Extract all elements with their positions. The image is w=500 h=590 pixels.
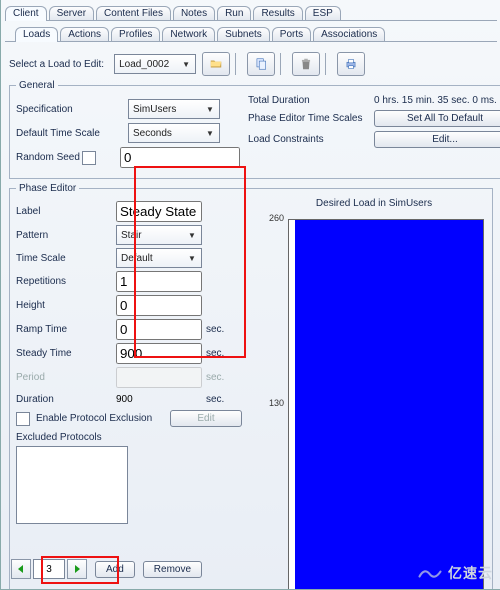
tab-run[interactable]: Run: [217, 6, 251, 20]
seed-label: Random Seed: [16, 152, 82, 163]
subtab-actions[interactable]: Actions: [60, 27, 109, 41]
load-dropdown-value: Load_0002: [119, 59, 169, 70]
print-button[interactable]: [337, 52, 365, 76]
ytick-top: 260: [269, 213, 284, 223]
tab-client[interactable]: Client: [5, 6, 47, 21]
spec-label: Specification: [16, 104, 128, 115]
load-constraints-edit-button[interactable]: Edit...: [374, 131, 500, 148]
watermark: 亿速云: [416, 563, 493, 583]
load-dropdown[interactable]: Load_0002 ▼: [114, 54, 196, 74]
seed-input[interactable]: [120, 147, 240, 168]
timescale-dropdown[interactable]: Default▼: [116, 248, 202, 268]
epe-checkbox[interactable]: [16, 412, 30, 426]
subtab-ports[interactable]: Ports: [272, 27, 311, 41]
height-input[interactable]: [116, 295, 202, 316]
sec-unit: sec.: [206, 348, 234, 359]
totaldur-value: 0 hrs. 15 min. 35 sec. 0 ms.: [374, 95, 500, 106]
period-input: [116, 367, 202, 388]
seed-checkbox[interactable]: [82, 151, 96, 165]
chart-plot: [288, 219, 484, 590]
dur-l: Duration: [16, 394, 112, 405]
tab-results[interactable]: Results: [253, 6, 302, 20]
chevron-down-icon: ▼: [203, 129, 217, 138]
general-legend: General: [16, 80, 58, 91]
dts-label: Default Time Scale: [16, 128, 128, 139]
sec-unit: sec.: [206, 394, 234, 405]
sec-unit: sec.: [206, 324, 234, 335]
desired-load-chart: 260 130 0: [262, 211, 486, 590]
next-phase-button[interactable]: [67, 559, 87, 579]
pattern-l: Pattern: [16, 230, 112, 241]
app-window: ClientServerContent FilesNotesRunResults…: [0, 0, 500, 590]
separator: [235, 53, 236, 75]
label-l: Label: [16, 206, 112, 217]
epe-edit-button[interactable]: Edit: [170, 410, 242, 427]
phase-editor-legend: Phase Editor: [16, 183, 79, 194]
sub-tabs: LoadsActionsProfilesNetworkSubnetsPortsA…: [1, 21, 500, 41]
pets-label: Phase Editor Time Scales: [248, 113, 368, 124]
open-folder-button[interactable]: [202, 52, 230, 76]
chart-area-series: [295, 220, 483, 590]
subtab-network[interactable]: Network: [162, 27, 215, 41]
bottom-bar: Add Remove: [11, 559, 202, 579]
top-tabs: ClientServerContent FilesNotesRunResults…: [1, 0, 500, 20]
phase-form: Label Pattern Stair▼ Time Scale Default▼ R…: [16, 198, 256, 590]
rep-input[interactable]: [116, 271, 202, 292]
ramp-input[interactable]: [116, 319, 202, 340]
ytick-mid: 130: [269, 398, 284, 408]
steady-input[interactable]: [116, 343, 202, 364]
copy-button[interactable]: [247, 52, 275, 76]
add-button[interactable]: Add: [95, 561, 135, 578]
chevron-down-icon: ▼: [203, 105, 217, 114]
subtab-associations[interactable]: Associations: [313, 27, 385, 41]
height-l: Height: [16, 300, 112, 311]
phase-index-input[interactable]: [33, 559, 65, 579]
separator: [280, 53, 281, 75]
ts-l: Time Scale: [16, 253, 112, 264]
prev-phase-button[interactable]: [11, 559, 31, 579]
rep-l: Repetitions: [16, 276, 112, 287]
tab-content-files[interactable]: Content Files: [96, 6, 171, 20]
chart-pane: Desired Load in SimUsers 260 130 0: [262, 198, 486, 590]
phase-stepper: [11, 559, 87, 579]
chevron-down-icon: ▼: [185, 231, 199, 240]
excl-label: Excluded Protocols: [16, 432, 102, 443]
lc-label: Load Constraints: [248, 134, 368, 145]
content-area: Select a Load to Edit: Load_0002 ▼: [1, 42, 500, 590]
tab-notes[interactable]: Notes: [173, 6, 215, 20]
spec-dropdown[interactable]: SimUsers▼: [128, 99, 220, 119]
dts-dropdown[interactable]: Seconds▼: [128, 123, 220, 143]
period-l: Period: [16, 372, 112, 383]
totaldur-label: Total Duration: [248, 95, 368, 106]
dur-value: 900: [116, 391, 202, 407]
tab-server[interactable]: Server: [49, 6, 94, 20]
label-input[interactable]: [116, 201, 202, 222]
sec-unit: sec.: [206, 372, 234, 383]
pattern-dropdown[interactable]: Stair▼: [116, 225, 202, 245]
tab-esp[interactable]: ESP: [305, 6, 341, 20]
epe-label: Enable Protocol Exclusion: [36, 413, 146, 424]
select-load-label: Select a Load to Edit:: [9, 59, 104, 70]
chevron-down-icon: ▼: [185, 254, 199, 263]
subtab-profiles[interactable]: Profiles: [111, 27, 160, 41]
select-load-row: Select a Load to Edit: Load_0002 ▼: [9, 52, 493, 76]
chart-title: Desired Load in SimUsers: [262, 198, 486, 209]
separator: [325, 53, 326, 75]
excluded-protocols-list[interactable]: [16, 446, 128, 524]
subtab-subnets[interactable]: Subnets: [217, 27, 270, 41]
set-all-default-button[interactable]: Set All To Default: [374, 110, 500, 127]
steady-l: Steady Time: [16, 348, 112, 359]
chevron-down-icon: ▼: [179, 60, 193, 69]
subtab-loads[interactable]: Loads: [15, 27, 58, 42]
phase-editor-group: Phase Editor Label Pattern Stair▼ Time Sc…: [9, 183, 493, 590]
delete-button[interactable]: [292, 52, 320, 76]
ramp-l: Ramp Time: [16, 324, 112, 335]
remove-button[interactable]: Remove: [143, 561, 202, 578]
general-group: General Specification SimUsers▼ Default …: [9, 80, 500, 179]
